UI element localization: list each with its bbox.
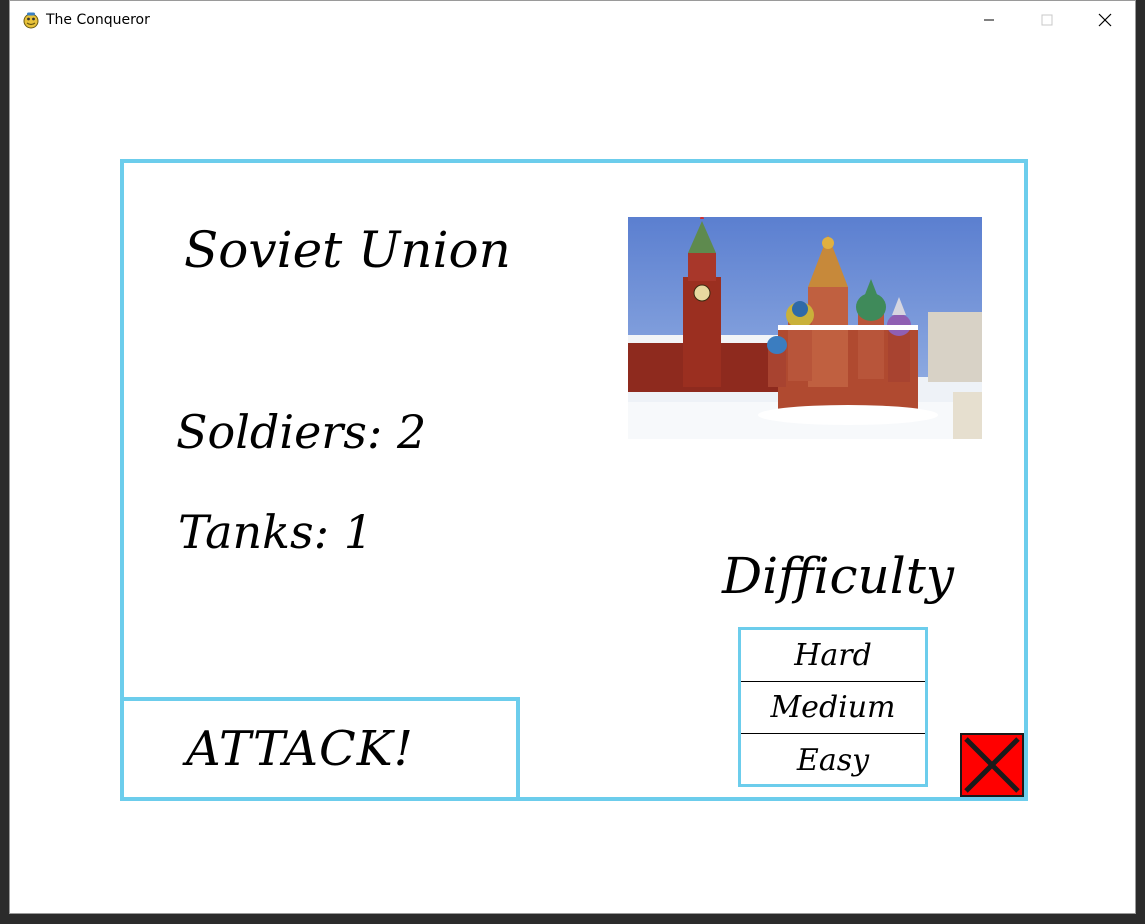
- soldiers-count: Soldiers: 2: [176, 405, 427, 459]
- difficulty-label: Difficulty: [722, 547, 955, 605]
- close-x-icon: [964, 737, 1020, 793]
- kremlin-illustration: [628, 217, 982, 439]
- maximize-icon: [1041, 14, 1053, 26]
- pygame-snake-icon: [23, 12, 39, 29]
- minimize-icon: [984, 19, 994, 21]
- country-panel: Soviet Union Soldiers: 2 Tanks: 1 Diffic…: [120, 159, 1028, 801]
- difficulty-hard-button[interactable]: Hard: [741, 630, 925, 682]
- attack-button[interactable]: ATTACK!: [120, 697, 520, 801]
- difficulty-medium-button[interactable]: Medium: [741, 682, 925, 734]
- game-window: The Conqueror Soviet Union Soldiers: 2 T…: [9, 0, 1136, 914]
- difficulty-selector: Hard Medium Easy: [738, 627, 928, 787]
- close-panel-button[interactable]: [960, 733, 1024, 797]
- tanks-count: Tanks: 1: [178, 505, 374, 559]
- country-name: Soviet Union: [184, 221, 511, 279]
- maximize-button[interactable]: [1024, 1, 1070, 39]
- window-close-button[interactable]: [1082, 1, 1128, 39]
- attack-label: ATTACK!: [186, 721, 414, 777]
- title-bar: The Conqueror: [10, 1, 1135, 39]
- minimize-button[interactable]: [966, 1, 1012, 39]
- difficulty-easy-button[interactable]: Easy: [741, 734, 925, 786]
- moscow-kremlin-image: [628, 217, 982, 439]
- close-icon: [1098, 13, 1112, 27]
- window-title: The Conqueror: [46, 12, 150, 28]
